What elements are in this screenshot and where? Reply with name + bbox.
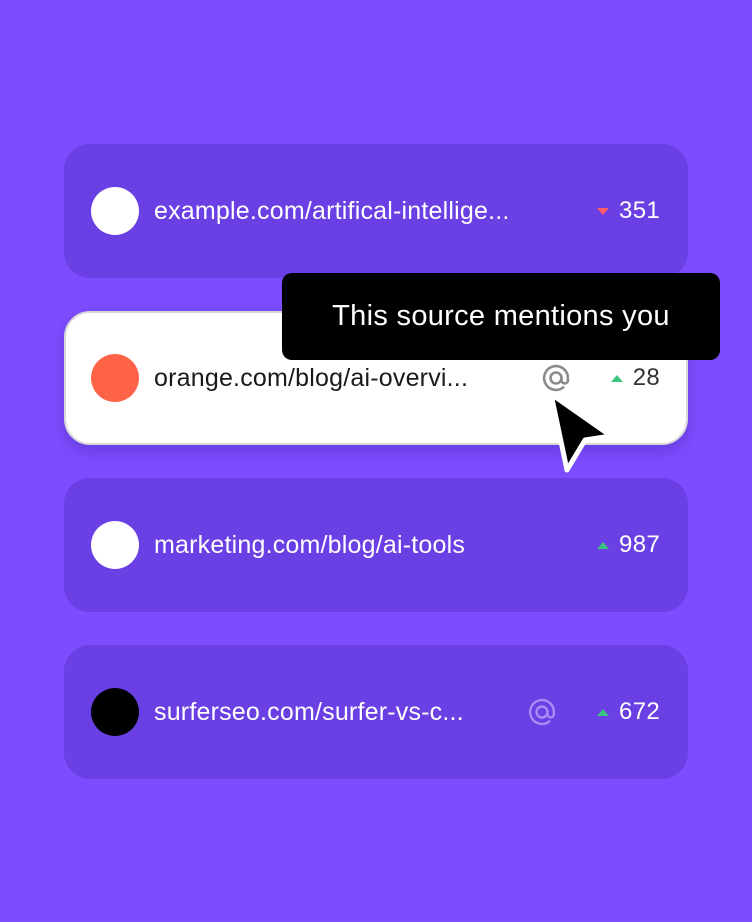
source-value: 28 xyxy=(632,364,660,391)
triangle-up-icon xyxy=(610,374,623,382)
source-row[interactable]: example.com/artifical-intellige... 351 xyxy=(64,144,688,278)
mouse-pointer-icon xyxy=(548,391,614,473)
triangle-up-icon xyxy=(597,708,610,716)
source-metric: 351 xyxy=(597,197,660,225)
source-url: example.com/artifical-intellige... xyxy=(154,196,510,225)
source-value: 672 xyxy=(619,698,660,725)
source-url: surferseo.com/surfer-vs-c... xyxy=(154,697,464,726)
at-sign-icon[interactable] xyxy=(541,363,571,393)
source-favicon xyxy=(91,521,139,569)
source-metric: 28 xyxy=(610,364,660,392)
source-metric: 672 xyxy=(597,698,660,726)
triangle-up-icon xyxy=(597,541,610,549)
at-sign-icon[interactable] xyxy=(527,697,557,727)
source-url: orange.com/blog/ai-overvi... xyxy=(154,363,469,392)
source-favicon xyxy=(91,187,139,235)
mention-tooltip: This source mentions you xyxy=(282,273,720,360)
source-value: 987 xyxy=(619,531,660,558)
source-favicon xyxy=(91,354,139,402)
source-favicon xyxy=(91,688,139,736)
source-url: marketing.com/blog/ai-tools xyxy=(154,530,466,559)
triangle-down-icon xyxy=(597,207,610,215)
source-value: 351 xyxy=(619,197,660,224)
source-row[interactable]: marketing.com/blog/ai-tools 987 xyxy=(64,478,688,612)
source-row[interactable]: surferseo.com/surfer-vs-c... 672 xyxy=(64,645,688,779)
source-metric: 987 xyxy=(597,531,660,559)
